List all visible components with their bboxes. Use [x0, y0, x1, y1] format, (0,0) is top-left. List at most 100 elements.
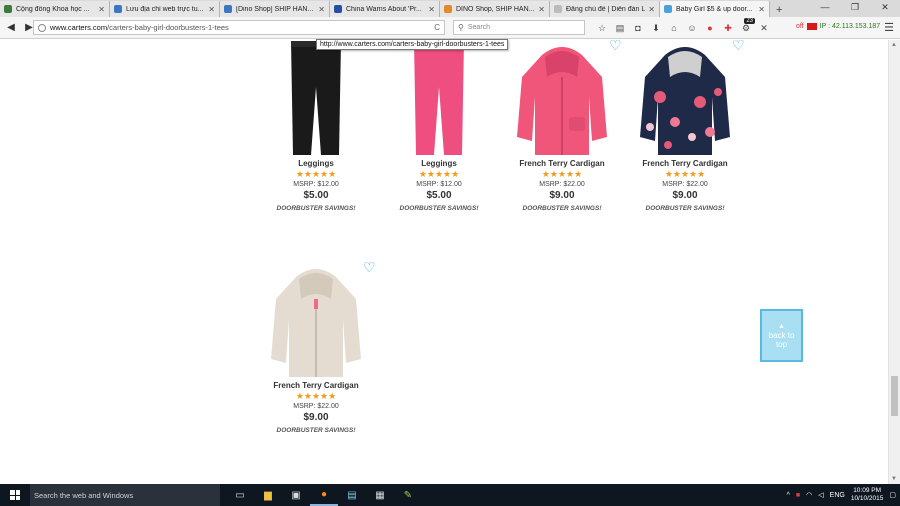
tab-favicon-icon — [664, 5, 672, 13]
heart-icon[interactable]: ♡ — [609, 40, 622, 54]
browser-tab-active[interactable]: Baby Girl $5 & up door... ✕ — [660, 1, 770, 17]
tray-app-icon[interactable]: ■ — [796, 492, 800, 499]
browser-tab[interactable]: [Dino Shop] SHIP HÀN... ✕ — [220, 1, 330, 17]
hamburger-menu-icon[interactable]: ☰ — [884, 21, 894, 34]
product-msrp: MSRP: $22.00 — [539, 181, 585, 188]
close-tab-icon[interactable]: ✕ — [758, 5, 765, 14]
tab-label: Baby Girl $5 & up door... — [676, 5, 753, 13]
back-arrow-icon[interactable]: ◀ — [4, 21, 18, 35]
notification-count: 23 — [744, 17, 755, 24]
product-card[interactable]: ♡ French Terry Cardigan ★★★★★ MSRP: $22.… — [507, 40, 622, 212]
product-promo: DOORBUSTER SAVINGS! — [276, 205, 356, 212]
close-window-icon[interactable]: ✕ — [870, 0, 900, 16]
task-view-icon[interactable]: ▭ — [226, 484, 254, 506]
scroll-down-icon[interactable]: ▼ — [891, 476, 897, 482]
language-label[interactable]: ENG — [830, 492, 845, 499]
tab-strip: Cộng đồng Khoa học ... ✕ Lưu địa chỉ web … — [0, 0, 900, 17]
product-card[interactable]: ♡ French Terry Cardigan ★★★★★ MSRP: $22.… — [261, 259, 376, 434]
app-window-icon[interactable]: ▤ — [338, 484, 366, 506]
tab-label: China Warns About 'Pr... — [346, 5, 422, 13]
product-name[interactable]: French Terry Cardigan — [630, 159, 740, 168]
new-tab-button[interactable]: + — [770, 4, 788, 17]
firefox-icon[interactable]: ● — [310, 484, 338, 506]
address-bar[interactable]: www.carters.com/carters-baby-girl-doorbu… — [33, 20, 445, 35]
product-name[interactable]: Leggings — [261, 159, 371, 168]
x-icon[interactable]: ✕ — [755, 23, 773, 34]
browser-tab[interactable]: Lưu địa chỉ web trực tu... ✕ — [110, 1, 220, 17]
url-path: /carters-baby-girl-doorbusters-1-tees — [107, 23, 229, 32]
minimize-icon[interactable]: — — [810, 0, 840, 16]
tray-expand-icon[interactable]: ^ — [787, 492, 790, 499]
product-msrp: MSRP: $22.00 — [293, 403, 339, 410]
close-tab-icon[interactable]: ✕ — [538, 5, 545, 14]
product-msrp: MSRP: $12.00 — [293, 181, 339, 188]
heart-icon[interactable]: ♡ — [363, 259, 376, 276]
tab-favicon-icon — [334, 5, 342, 13]
product-price: $9.00 — [303, 412, 329, 423]
system-tray: ^ ■ ◠ ◁ ENG 10:09 PM 10/10/2015 ▢ — [787, 484, 896, 506]
close-tab-icon[interactable]: ✕ — [648, 5, 655, 14]
back-to-top-button[interactable]: ▲ back to top — [760, 309, 803, 362]
heart-icon[interactable]: ♡ — [732, 40, 745, 54]
scroll-up-icon[interactable]: ▲ — [891, 42, 897, 48]
browser-tab[interactable]: Đăng chủ đề | Diễn đàn LÀ...✕ — [550, 1, 660, 17]
search-icon: ⚲ — [458, 23, 464, 32]
site-info-icon[interactable] — [38, 23, 46, 32]
product-name[interactable]: French Terry Cardigan — [261, 381, 371, 390]
volume-icon[interactable]: ◁ — [818, 491, 823, 499]
page-scrollbar[interactable]: ▲ ▼ — [888, 40, 900, 484]
product-name[interactable]: French Terry Cardigan — [507, 159, 617, 168]
notification-icon[interactable]: ⚙ 23 — [737, 17, 755, 34]
addon-icon[interactable]: ✚ — [719, 23, 737, 34]
adblock-icon[interactable]: ● — [701, 23, 719, 33]
product-image[interactable]: ♡ — [261, 40, 376, 157]
windows-logo-icon — [10, 490, 20, 500]
browser-tab[interactable]: Cộng đồng Khoa học ... ✕ — [0, 1, 110, 17]
close-tab-icon[interactable]: ✕ — [98, 5, 105, 14]
store-icon[interactable]: ▣ — [282, 484, 310, 506]
tab-label: Cộng đồng Khoa học ... — [16, 5, 90, 13]
reading-list-icon[interactable]: ▤ — [611, 23, 629, 34]
wifi-icon[interactable]: ◠ — [806, 491, 812, 499]
taskbar-search-input[interactable]: Search the web and Windows — [30, 484, 220, 506]
windows-taskbar: Search the web and Windows ▭ ▆ ▣ ● ▤ ▦ ✎… — [0, 484, 900, 506]
paint-icon[interactable]: ✎ — [394, 484, 422, 506]
ip-addon[interactable]: off IP : 42.113.153.187 — [796, 23, 880, 30]
product-card[interactable]: ♡ French Terry Cardigan ★★★★★ MSRP: $22.… — [630, 40, 745, 212]
browser-search-input[interactable]: ⚲ Search — [453, 20, 585, 35]
product-name[interactable]: Leggings — [384, 159, 494, 168]
browser-tab[interactable]: China Warns About 'Pr... ✕ — [330, 1, 440, 17]
tab-favicon-icon — [444, 5, 452, 13]
scrollbar-thumb[interactable] — [891, 376, 898, 416]
file-explorer-icon[interactable]: ▆ — [254, 484, 282, 506]
clock-time: 10:09 PM — [853, 487, 882, 494]
product-msrp: MSRP: $12.00 — [416, 181, 462, 188]
pocket-icon[interactable]: ◘ — [629, 23, 647, 33]
close-tab-icon[interactable]: ✕ — [428, 5, 435, 14]
product-card[interactable]: ♡ Leggings ★★★★★ MSRP: $12.00 $5.00 DOOR… — [261, 40, 376, 212]
tab-label: Lưu địa chỉ web trực tu... — [126, 5, 204, 13]
browser-tab[interactable]: DINO Shop, SHIP HÀN... ✕ — [440, 1, 550, 17]
close-tab-icon[interactable]: ✕ — [318, 5, 325, 14]
bookmark-star-icon[interactable]: ☆ — [593, 23, 611, 34]
restore-icon[interactable]: ❐ — [840, 0, 870, 16]
link-tooltip: http://www.carters.com/carters-baby-girl… — [316, 39, 509, 50]
reload-button[interactable]: C — [434, 23, 440, 32]
start-button[interactable] — [0, 484, 30, 506]
page-content: ♡ Leggings ★★★★★ MSRP: $12.00 $5.00 DOOR… — [0, 40, 888, 484]
product-image[interactable]: ♡ — [384, 40, 499, 157]
notifications-icon[interactable]: ▢ — [889, 491, 896, 499]
product-card[interactable]: ♡ Leggings ★★★★★ MSRP: $12.00 $5.00 DOOR… — [384, 40, 499, 212]
clock-date: 10/10/2015 — [850, 495, 884, 502]
home-icon[interactable]: ⌂ — [665, 23, 683, 33]
product-image[interactable]: ♡ — [630, 40, 745, 157]
star-rating: ★★★★★ — [295, 391, 337, 401]
product-image[interactable]: ♡ — [507, 40, 622, 157]
download-icon[interactable]: ⬇ — [647, 23, 665, 34]
taskbar-clock[interactable]: 10:09 PM 10/10/2015 — [851, 487, 884, 503]
calculator-icon[interactable]: ▦ — [366, 484, 394, 506]
product-image[interactable]: ♡ — [261, 259, 376, 379]
close-tab-icon[interactable]: ✕ — [208, 5, 215, 14]
product-promo: DOORBUSTER SAVINGS! — [645, 205, 725, 212]
chat-icon[interactable]: ☺ — [683, 23, 701, 33]
